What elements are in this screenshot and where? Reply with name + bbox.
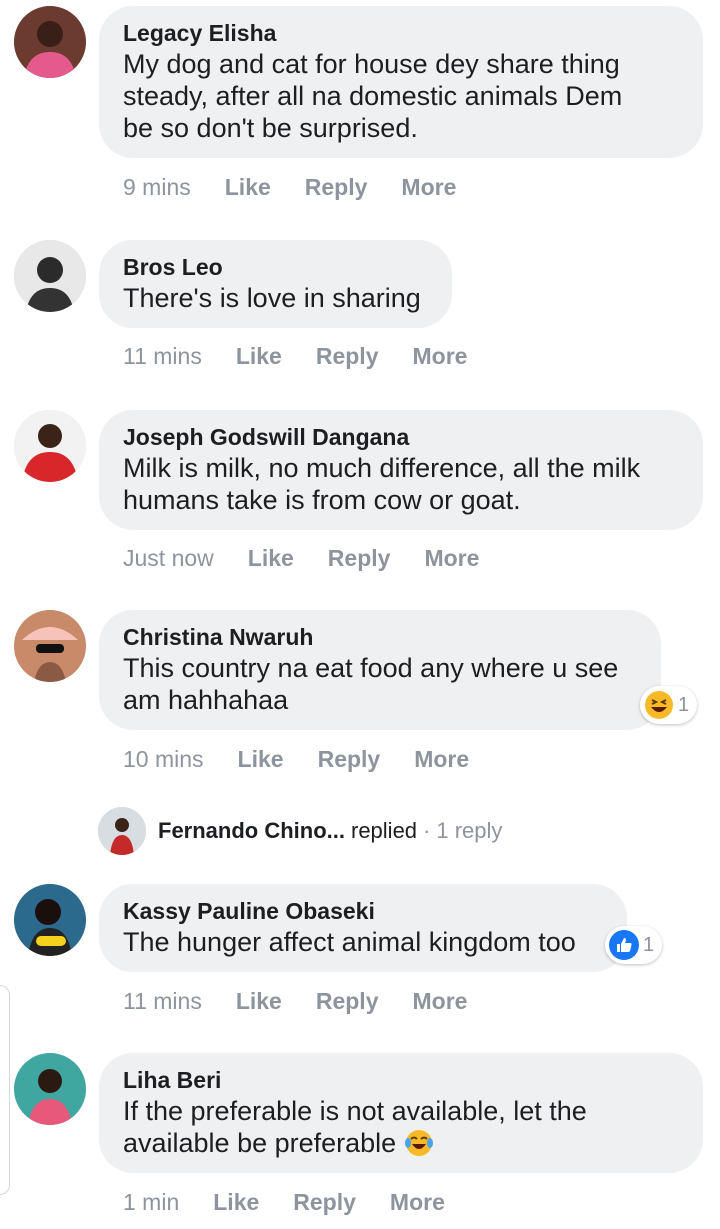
reaction-count: 1	[678, 693, 690, 716]
person-avatar-icon	[98, 807, 146, 855]
comment-time: 10 mins	[123, 746, 204, 772]
like-button[interactable]: Like	[236, 988, 282, 1015]
comment-author[interactable]: Christina Nwaruh	[123, 622, 637, 652]
person-avatar-icon	[14, 1053, 86, 1125]
comment-text-line: My dog and cat for house dey share thing	[123, 49, 620, 79]
comment-meta: Just now Like Reply More	[123, 545, 479, 572]
comment-text-line: be so don't be surprised.	[123, 113, 418, 143]
comment-author[interactable]: Joseph Godswill Dangana	[123, 422, 679, 452]
reply-verb: replied	[351, 818, 418, 843]
avatar[interactable]	[14, 1053, 86, 1125]
reply-count: 1 reply	[436, 818, 503, 843]
more-button[interactable]: More	[414, 746, 469, 773]
reply-button[interactable]: Reply	[328, 545, 391, 572]
comment-author[interactable]: Liha Beri	[123, 1065, 679, 1095]
comment-text-line: am hahhahaa	[123, 685, 289, 715]
view-replies-link[interactable]: Fernando Chino... replied · 1 reply	[98, 806, 502, 856]
comment-author[interactable]: Kassy Pauline Obaseki	[123, 896, 603, 926]
comment-text-line: Milk is milk, no much difference, all th…	[123, 453, 641, 483]
more-button[interactable]: More	[413, 343, 468, 370]
comment-bubble[interactable]: Liha Beri If the preferable is not avail…	[99, 1053, 703, 1173]
comment-text-line: steady, after all na domestic animals De…	[123, 81, 623, 111]
reply-author: Fernando Chino...	[158, 818, 345, 843]
comment-bubble[interactable]: Joseph Godswill Dangana Milk is milk, no…	[99, 410, 703, 530]
comment-bubble[interactable]: Bros Leo There's is love in sharing	[99, 240, 452, 328]
more-button[interactable]: More	[390, 1189, 445, 1216]
avatar[interactable]	[14, 610, 86, 682]
comment-time: 11 mins	[123, 343, 202, 369]
reply-button[interactable]: Reply	[305, 174, 368, 201]
avatar[interactable]	[14, 884, 86, 956]
avatar	[98, 807, 146, 855]
scroll-edge-indicator	[0, 985, 10, 1195]
separator-dot: ·	[423, 818, 431, 843]
comment-meta: 9 mins Like Reply More	[123, 174, 456, 201]
comment-text-line: There's is love in sharing	[123, 283, 421, 313]
like-button[interactable]: Like	[248, 545, 294, 572]
person-avatar-icon	[14, 240, 86, 312]
like-button[interactable]: Like	[236, 343, 282, 370]
person-avatar-icon	[14, 610, 86, 682]
laughing-emoji-icon	[644, 690, 674, 720]
thumbs-up-icon	[609, 930, 639, 960]
comment-time: 1 min	[123, 1189, 180, 1215]
reply-button[interactable]: Reply	[316, 343, 379, 370]
more-button[interactable]: More	[413, 988, 468, 1015]
person-avatar-icon	[14, 884, 86, 956]
reply-button[interactable]: Reply	[318, 746, 381, 773]
comment-author[interactable]: Legacy Elisha	[123, 18, 679, 48]
avatar[interactable]	[14, 6, 86, 78]
comment-meta: 10 mins Like Reply More	[123, 746, 469, 773]
person-avatar-icon	[14, 410, 86, 482]
comment-time: 9 mins	[123, 174, 191, 200]
reaction-count: 1	[643, 933, 655, 956]
comment-time: 11 mins	[123, 988, 202, 1014]
reply-button[interactable]: Reply	[316, 988, 379, 1015]
comment-text-line: The hunger affect animal kingdom too	[123, 927, 576, 957]
comment-text-line: This country na eat food any where u see	[123, 653, 619, 683]
comment-bubble[interactable]: Kassy Pauline Obaseki The hunger affect …	[99, 884, 627, 972]
comment-text-segment: available be preferable	[123, 1128, 397, 1158]
comment-meta: 11 mins Like Reply More	[123, 988, 467, 1015]
like-button[interactable]: Like	[225, 174, 271, 201]
reply-button[interactable]: Reply	[293, 1189, 356, 1216]
reaction-badge[interactable]: 1	[640, 686, 698, 724]
comment-text-line: If the preferable is not available, let …	[123, 1096, 587, 1126]
avatar[interactable]	[14, 240, 86, 312]
avatar[interactable]	[14, 410, 86, 482]
comment-time: Just now	[123, 545, 214, 571]
reaction-badge[interactable]: 1	[605, 926, 663, 964]
comment-text-line: humans take is from cow or goat.	[123, 485, 521, 515]
comment-author[interactable]: Bros Leo	[123, 252, 428, 282]
comment-meta: 1 min Like Reply More	[123, 1189, 445, 1216]
comment-bubble[interactable]: Christina Nwaruh This country na eat foo…	[99, 610, 661, 730]
more-button[interactable]: More	[424, 545, 479, 572]
comment-bubble[interactable]: Legacy Elisha My dog and cat for house d…	[99, 6, 703, 158]
more-button[interactable]: More	[401, 174, 456, 201]
like-button[interactable]: Like	[213, 1189, 259, 1216]
like-button[interactable]: Like	[238, 746, 284, 773]
person-avatar-icon	[14, 6, 86, 78]
tears-of-joy-emoji-icon	[404, 1128, 434, 1158]
comment-meta: 11 mins Like Reply More	[123, 343, 467, 370]
comment-text-line: available be preferable	[123, 1127, 679, 1159]
